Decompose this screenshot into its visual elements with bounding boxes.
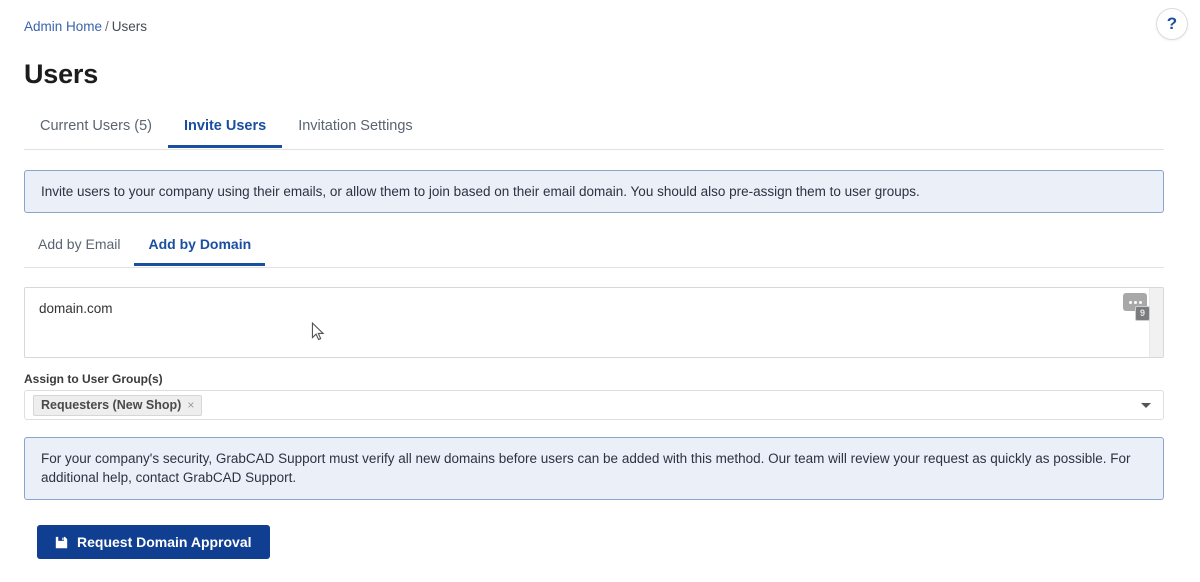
request-domain-approval-label: Request Domain Approval — [77, 534, 252, 550]
group-chip-remove-icon[interactable]: × — [187, 398, 194, 412]
request-domain-approval-button[interactable]: Request Domain Approval — [37, 525, 270, 559]
sub-tab-bar: Add by Email Add by Domain — [24, 232, 1164, 268]
users-admin-page: Admin Home / Users ? Users Current Users (… — [0, 0, 1200, 582]
domain-input-scrollbar[interactable] — [1149, 288, 1163, 357]
breadcrumb-current-users: Users — [111, 19, 148, 34]
tab-invitation-settings[interactable]: Invitation Settings — [282, 113, 428, 147]
group-chip: Requesters (New Shop) × — [33, 394, 203, 416]
question-mark-icon: ? — [1166, 14, 1178, 33]
group-chip-label: Requesters (New Shop) — [41, 398, 182, 412]
assign-group-label: Assign to User Group(s) — [24, 372, 163, 386]
tab-invite-users[interactable]: Invite Users — [168, 113, 283, 148]
browser-extension-badge[interactable]: 9 — [1135, 306, 1150, 321]
info-banner-bottom: For your company's security, GrabCAD Sup… — [24, 437, 1164, 500]
info-banner-top: Invite users to your company using their… — [24, 170, 1164, 213]
help-button[interactable]: ? — [1156, 8, 1188, 40]
chevron-down-icon[interactable] — [1141, 403, 1151, 408]
breadcrumb: Admin Home / Users — [24, 19, 147, 35]
breadcrumb-separator: / — [105, 19, 109, 34]
domain-input-wrapper: 9 — [24, 287, 1164, 358]
subtab-add-by-domain[interactable]: Add by Domain — [134, 232, 265, 266]
breadcrumb-link-admin-home[interactable]: Admin Home — [24, 19, 102, 34]
assign-group-select[interactable]: Requesters (New Shop) × — [24, 390, 1164, 420]
main-tab-bar: Current Users (5) Invite Users Invitatio… — [24, 113, 1164, 150]
save-icon — [55, 536, 68, 548]
subtab-add-by-email[interactable]: Add by Email — [24, 232, 134, 265]
domain-input[interactable] — [24, 287, 1164, 358]
page-title: Users — [24, 59, 99, 89]
tab-current-users[interactable]: Current Users (5) — [24, 113, 168, 147]
